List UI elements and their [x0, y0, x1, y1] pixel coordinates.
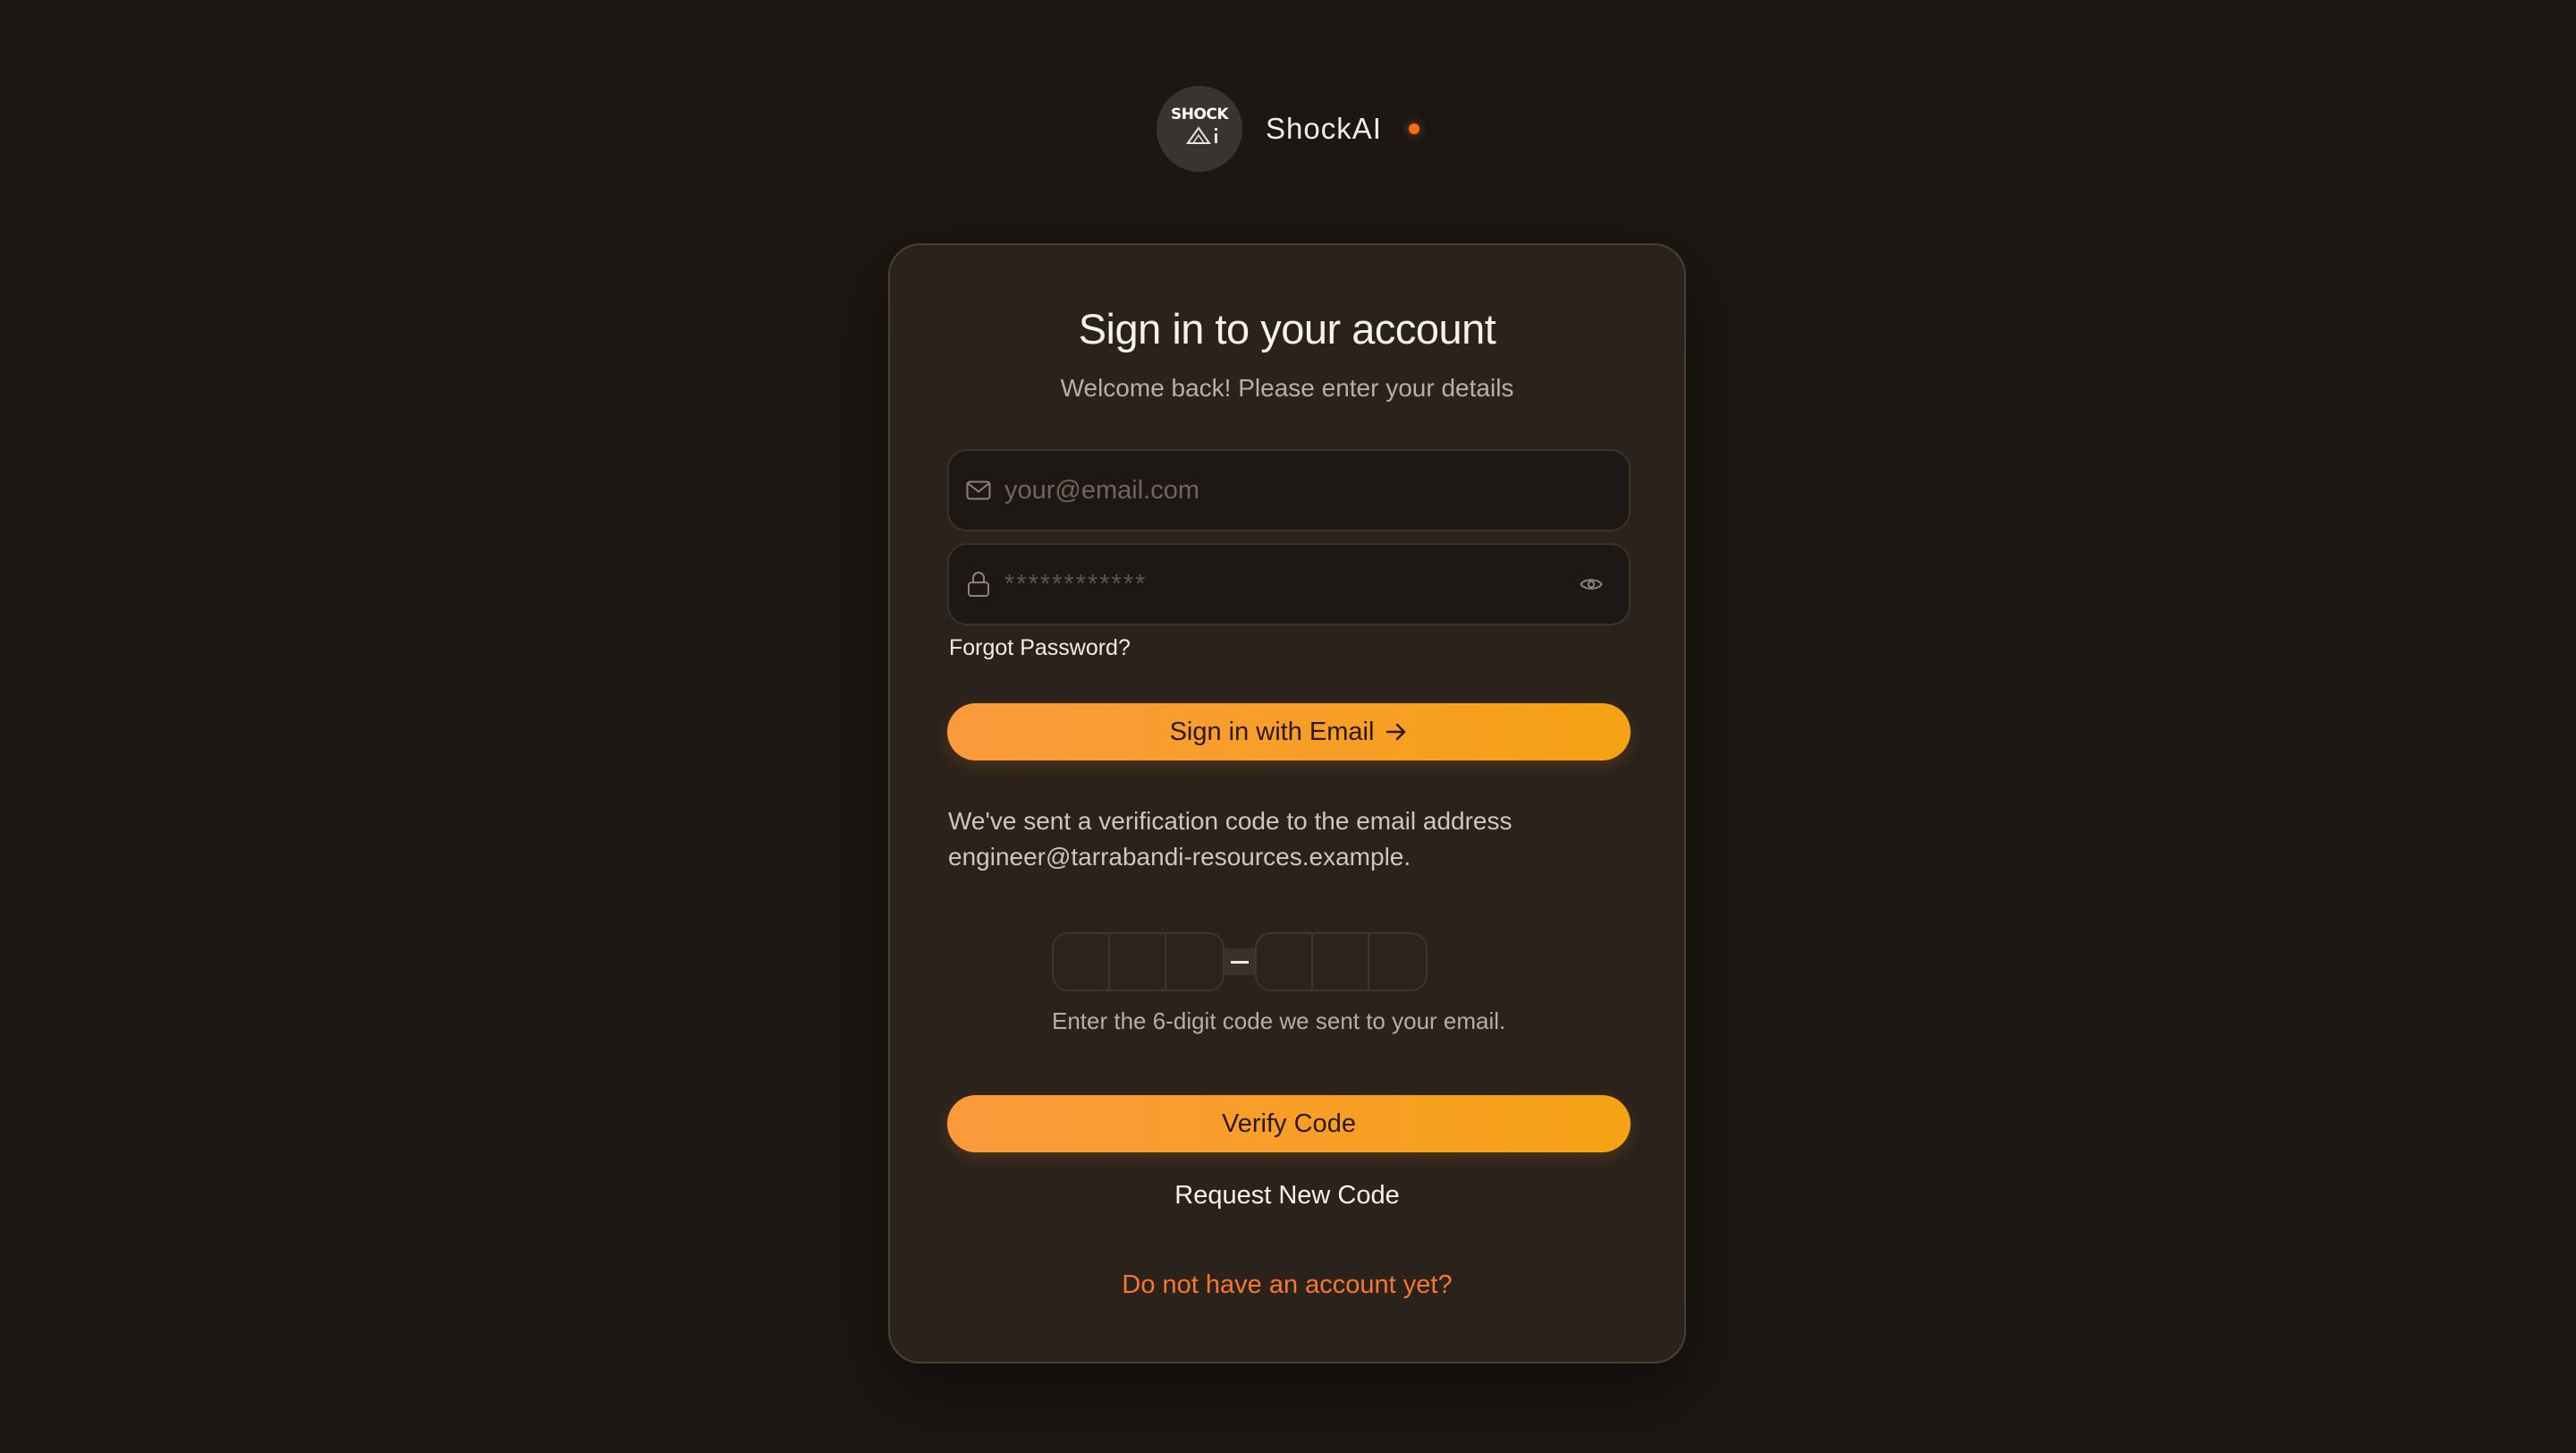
arrow-right-icon	[1386, 723, 1406, 741]
brand-header: SHOCK ShockAI	[0, 86, 2576, 172]
signup-link[interactable]: Do not have an account yet?	[890, 1270, 1684, 1300]
logo-wordmark: SHOCK	[1171, 106, 1229, 123]
otp-digit-2[interactable]	[1110, 934, 1166, 990]
status-indicator-dot	[1408, 123, 1419, 134]
otp-digit-3[interactable]	[1166, 934, 1223, 990]
otp-digit-6[interactable]	[1369, 934, 1426, 990]
logo-ai-mark	[1186, 126, 1218, 144]
eye-icon[interactable]	[1577, 570, 1606, 599]
otp-digit-4[interactable]	[1257, 934, 1313, 990]
signin-email-button[interactable]: Sign in with Email	[947, 703, 1631, 760]
password-field[interactable]	[947, 543, 1631, 625]
email-field[interactable]	[947, 449, 1631, 531]
page-subtitle: Welcome back! Please enter your details	[1060, 374, 1514, 402]
otp-group-second	[1255, 932, 1428, 991]
forgot-password-link[interactable]: Forgot Password?	[949, 635, 1131, 661]
email-input[interactable]	[1004, 451, 1629, 530]
verification-message: We've sent a verification code to the em…	[948, 807, 1513, 871]
lock-icon	[965, 571, 992, 598]
request-new-code-link[interactable]: Request New Code	[890, 1181, 1684, 1211]
otp-input-group	[1052, 932, 1428, 991]
otp-digit-5[interactable]	[1313, 934, 1369, 990]
shockai-logo: SHOCK	[1157, 86, 1243, 172]
signin-card: Sign in to your account Welcome back! Pl…	[888, 243, 1686, 1364]
mail-icon	[965, 477, 992, 504]
otp-group-first	[1052, 932, 1224, 991]
password-input[interactable]	[1004, 545, 1577, 624]
brand-name: ShockAI	[1266, 112, 1382, 145]
signin-button-label: Sign in with Email	[1169, 717, 1375, 746]
otp-hint: Enter the 6-digit code we sent to your e…	[1052, 1007, 1506, 1034]
verify-code-button[interactable]: Verify Code	[947, 1095, 1631, 1152]
otp-digit-1[interactable]	[1054, 934, 1110, 990]
otp-separator	[1224, 948, 1255, 975]
page-title: Sign in to your account	[1078, 305, 1496, 353]
